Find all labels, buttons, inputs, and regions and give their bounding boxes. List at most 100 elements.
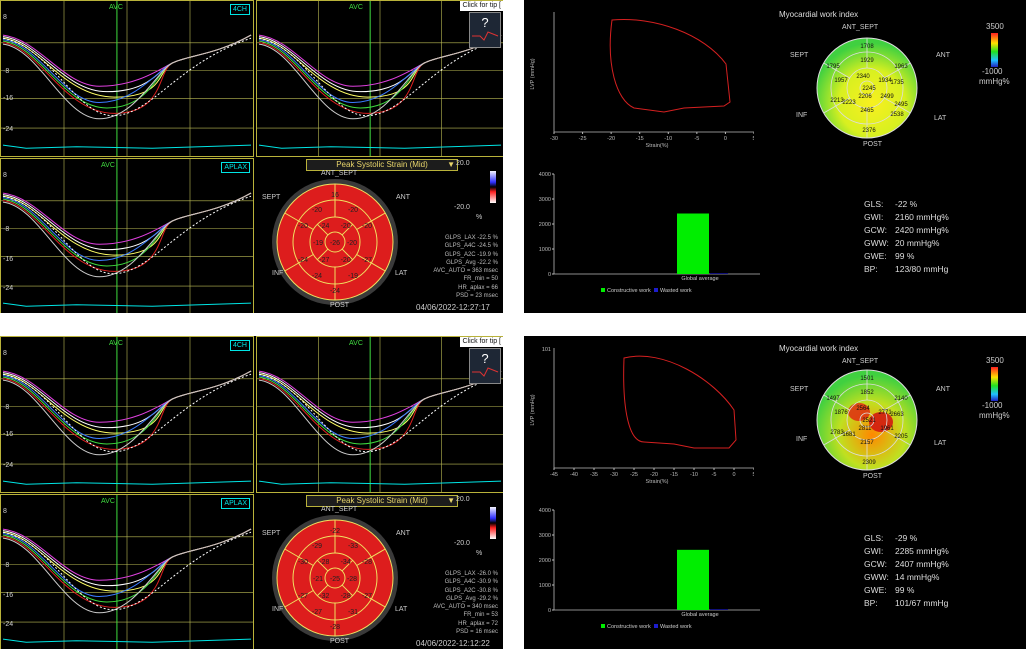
y-top-label: 101 (542, 347, 551, 353)
y-tick-label: 3000 (539, 197, 551, 203)
work-segment-value: 2223 (842, 100, 856, 106)
segment-value: -22 (330, 528, 340, 535)
work-segment-value: 1852 (860, 390, 874, 396)
strain-curve-2ch[interactable]: AVC Click for tip [ ? (256, 0, 503, 157)
x-tick-label: 5 (752, 136, 754, 142)
global-work-bar-chart[interactable]: 4000 3000 2000 1000 0 Global average Construct… (524, 504, 764, 634)
segment-value: -19 (313, 240, 323, 247)
strain-stats: GLPS_LAX -22.5 % GLPS_A4C -24.5 % GLPS_A2C… (433, 235, 498, 300)
pressure-strain-loop-trace (623, 355, 737, 449)
strain-curve-4ch[interactable]: AVC 4CH 8 -8 -16 -24 (0, 0, 254, 157)
timestamp: 04/06/2022-12:12:22 (416, 639, 490, 648)
pressure-strain-loop-trace (609, 18, 731, 113)
work-segment-value: 2340 (856, 74, 870, 80)
wasted-work-bar (710, 609, 728, 610)
dropdown-arrow-icon: ▼ (447, 496, 455, 505)
global-work-bar-chart[interactable]: 4000 3000 2000 1000 0 Global average Construct… (524, 168, 764, 298)
bar-x-label: Global average (681, 276, 718, 282)
work-segment-value: 1963 (894, 64, 908, 70)
work-segment-value: 1957 (834, 78, 848, 84)
y-tick-label: 2000 (539, 222, 551, 228)
y-tick-label: 0 (548, 272, 551, 278)
x-tick-label: -35 (590, 472, 598, 478)
y-axis-label: LVP (mmHg) (530, 58, 536, 89)
x-tick-label: -20 (650, 472, 658, 478)
x-tick-label: -30 (550, 136, 558, 142)
legend-wasted: Wasted work (660, 624, 692, 630)
legend-swatch-wasted (654, 624, 658, 628)
work-segment-value: 2564 (856, 406, 870, 412)
work-segment-value: 2465 (860, 108, 874, 114)
work-bullseye[interactable]: 1708179519291963195723401934173522452206… (797, 18, 937, 158)
strain-curve-aplax[interactable]: AVC APLAX 8 -8 -16 -24 (0, 158, 254, 313)
segment-value: -20 (347, 240, 357, 247)
segment-value: -28 (347, 576, 357, 583)
strain-curve-4ch[interactable]: AVC 4CH 8 -8 -16 -24 (0, 336, 254, 493)
legend-constructive: Constructive work (607, 288, 651, 294)
x-tick-label: -5 (694, 136, 699, 142)
segment-value: -28 (362, 559, 372, 566)
strain-bullseye[interactable]: 16 -20 -20 -20 -24 -20 -20 -19 -26 -20 -24 -27 -20 -2… (270, 174, 400, 309)
work-segment-value: 1795 (826, 64, 840, 70)
y-tick-label: 0 (548, 608, 551, 614)
segment-value: -29 (312, 543, 322, 550)
x-axis-label: Strain(%) (646, 479, 669, 485)
x-tick-label: -30 (610, 472, 618, 478)
segment-value: -28 (341, 593, 351, 600)
work-color-scale (991, 33, 998, 67)
y-tick-label: 4000 (539, 508, 551, 514)
strain-curve-aplax[interactable]: AVC APLAX 8 -8 -16 -24 (0, 494, 254, 649)
avc-label: AVC (109, 4, 123, 11)
segment-value: -20 (341, 257, 351, 264)
help-icon: ? (481, 351, 489, 366)
legend-wasted: Wasted work (660, 288, 692, 294)
work-segment-value: 1876 (834, 410, 848, 416)
segment-value: -34 (341, 559, 351, 566)
work-segment-value: 2157 (860, 440, 874, 446)
segment-value: -27 (312, 609, 322, 616)
pressure-strain-loop[interactable]: -30 -25 -20 -15 -10 -5 0 5 Strain(%) LVP (mmHg) (524, 4, 754, 154)
pressure-strain-loop[interactable]: -45 -40 -35 -30 -25 -20 -15 -10 -5 0 5 Strain(%) LVP… (524, 340, 754, 490)
timestamp: 04/06/2022-12:27:17 (416, 303, 490, 312)
segment-value: -20 (298, 223, 308, 230)
work-segment-value: 2140 (894, 396, 908, 402)
constructive-work-bar (677, 213, 709, 274)
y-tick-label: 3000 (539, 533, 551, 539)
click-tip-banner[interactable]: Click for tip [ (460, 337, 503, 347)
legend-constructive: Constructive work (607, 624, 651, 630)
work-bullseye[interactable]: 1501149718522140187625642771266325212811… (797, 350, 937, 490)
x-tick-label: 5 (752, 472, 754, 478)
x-tick-label: -10 (690, 472, 698, 478)
strain-curve-2ch[interactable]: AVC Click for tip [ ? (256, 336, 503, 493)
segment-value: -24 (330, 288, 340, 295)
y-tick-label: 4000 (539, 172, 551, 178)
strain-bullseye[interactable]: -22 -29 -33 -30 -28 -34 -28 -21 -25 -28 -27 -32 -28 -… (270, 510, 400, 645)
help-icon: ? (481, 15, 489, 30)
x-tick-label: -25 (579, 136, 587, 142)
segment-value: 16 (331, 192, 339, 199)
work-segment-value: 1501 (860, 376, 874, 382)
help-button[interactable]: ? (469, 12, 501, 48)
bullseye-area: Peak Systolic Strain (Mid) ▼ -22 -29 -33 -3… (262, 495, 498, 648)
work-segment-value: 2206 (858, 94, 872, 100)
view-tag-aplax: APLAX (221, 498, 250, 509)
y-axis-label: LVP (mmHg) (530, 394, 536, 425)
click-tip-banner[interactable]: Click for tip [ (460, 1, 503, 11)
x-tick-label: -45 (550, 472, 558, 478)
work-segment-value: 1735 (890, 80, 904, 86)
y-tick-label: 1000 (539, 247, 551, 253)
strain-color-scale (490, 171, 496, 203)
y-tick-label: 1000 (539, 583, 551, 589)
work-segment-value: 1929 (860, 58, 874, 64)
strain-color-scale (490, 507, 496, 539)
work-segment-value: 2521 (862, 418, 876, 424)
legend-swatch-wasted (654, 288, 658, 292)
view-tag-4ch: 4CH (229, 340, 250, 351)
segment-value: -27 (298, 593, 308, 600)
segment-value: -20 (312, 207, 322, 214)
x-tick-label: -40 (570, 472, 578, 478)
help-button[interactable]: ? (469, 348, 501, 384)
work-segment-value: 2811 (859, 426, 873, 432)
segment-value: -20 (341, 223, 351, 230)
segment-value: -27 (362, 257, 372, 264)
